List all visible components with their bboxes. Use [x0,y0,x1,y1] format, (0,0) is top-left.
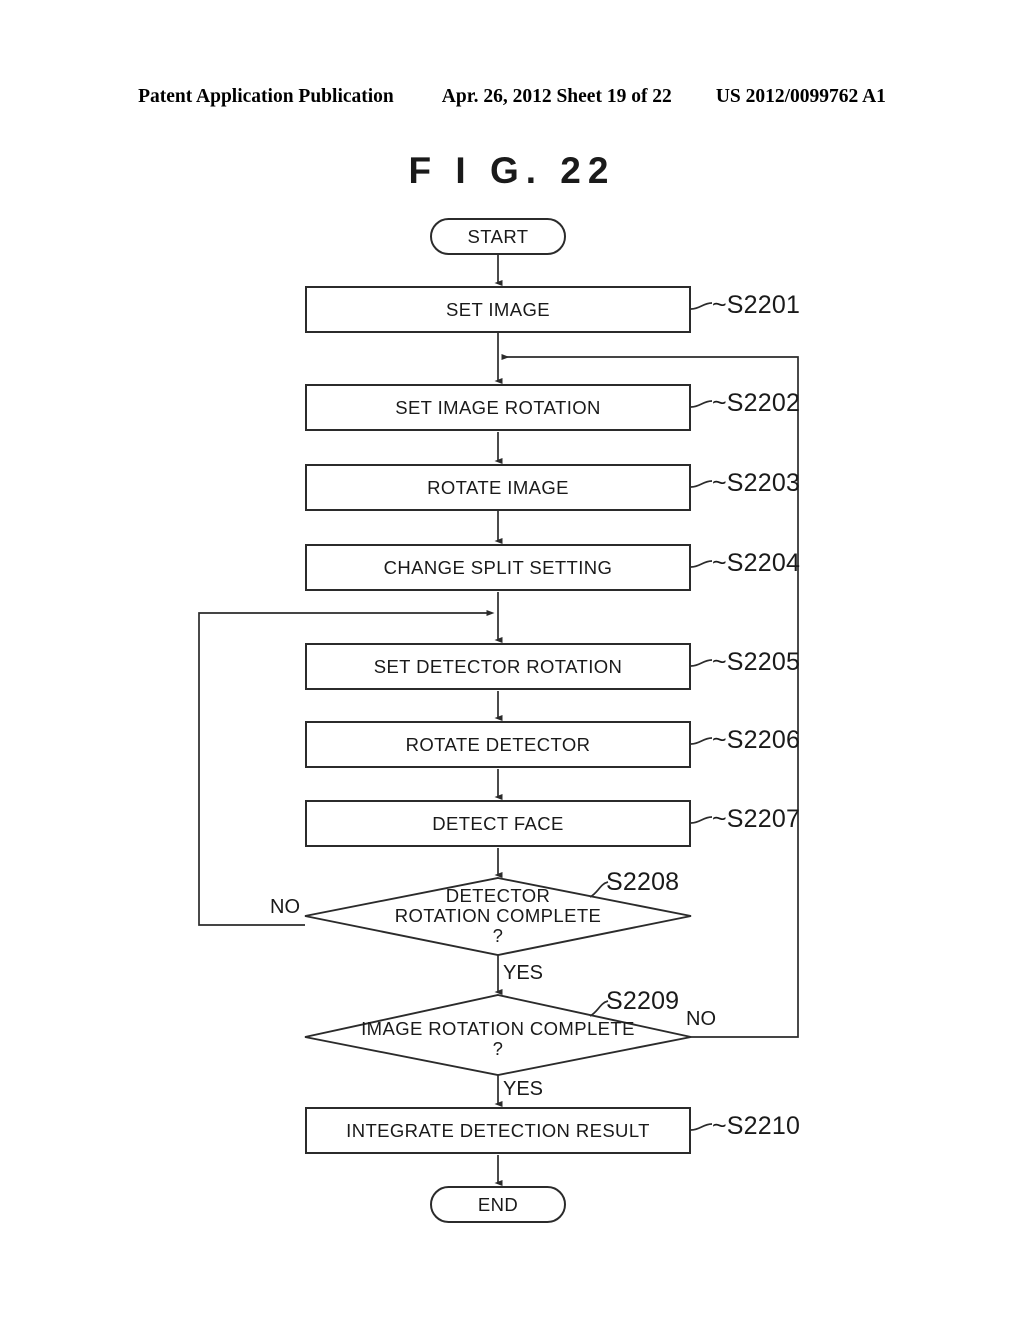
figure-title: F I G. 22 [408,150,616,191]
flow-decision-s2208-line1: DETECTOR [445,885,551,907]
flow-decision-s2209-line2: ? [492,1038,504,1059]
flow-step-s2210: INTEGRATE DETECTION RESULT [305,1107,691,1154]
step-ref-s2207: ~S2207 [712,805,801,833]
flow-end-terminal: END [430,1186,566,1223]
flow-decision-s2209-line1: IMAGE ROTATION COMPLETE [361,1018,635,1040]
step-ref-s2205: ~S2205 [712,648,801,676]
flow-step-s2207-label: DETECT FACE [432,812,564,834]
step-ref-s2206: ~S2206 [712,726,801,754]
flow-end-label: END [477,1193,519,1215]
flow-step-s2210-label: INTEGRATE DETECTION RESULT [346,1119,650,1141]
flow-step-s2207: DETECT FACE [305,800,691,847]
step-ref-s2210: ~S2210 [712,1112,801,1140]
branch-label-s2208-yes: YES [503,962,544,984]
flow-start-label: START [467,225,529,247]
publication-number: US 2012/0099762 A1 [715,86,886,107]
flow-step-s2204-label: CHANGE SPLIT SETTING [383,556,613,578]
flow-decision-s2208-line2: ROTATION COMPLETE [394,905,602,927]
branch-label-s2209-no: NO [686,1008,716,1030]
flow-step-s2206: ROTATE DETECTOR [305,721,691,768]
step-ref-s2208: S2208 [606,868,680,896]
flow-step-s2205-label: SET DETECTOR ROTATION [373,655,623,677]
flow-step-s2201: SET IMAGE [305,286,691,333]
flow-start-terminal: START [430,218,566,255]
flow-decision-s2208-line3: ? [492,924,504,946]
flow-step-s2206-label: ROTATE DETECTOR [405,733,591,755]
flow-step-s2202-label: SET IMAGE ROTATION [395,396,601,418]
step-ref-s2202: ~S2202 [712,389,801,417]
branch-label-s2209-yes: YES [503,1078,544,1100]
flow-step-s2204: CHANGE SPLIT SETTING [305,544,691,591]
step-ref-s2204: ~S2204 [712,549,801,577]
publication-date-sheet: Apr. 26, 2012 Sheet 19 of 22 [441,86,672,107]
patent-header: Patent Application Publication Apr. 26, … [0,86,1024,112]
flow-step-s2202: SET IMAGE ROTATION [305,384,691,431]
step-ref-s2201: ~S2201 [712,291,801,319]
flow-step-s2203: ROTATE IMAGE [305,464,691,511]
step-ref-s2203: ~S2203 [712,469,801,497]
flow-decision-s2209: IMAGE ROTATION COMPLETE ? [330,1018,666,1060]
step-ref-s2209: S2209 [606,987,680,1015]
patent-figure-page: Patent Application Publication Apr. 26, … [0,0,1024,1320]
flow-step-s2203-label: ROTATE IMAGE [427,476,569,498]
branch-label-s2208-no: NO [270,896,300,918]
flow-step-s2205: SET DETECTOR ROTATION [305,643,691,690]
flow-step-s2201-label: SET IMAGE [445,298,550,320]
publication-title: Patent Application Publication [138,86,394,107]
